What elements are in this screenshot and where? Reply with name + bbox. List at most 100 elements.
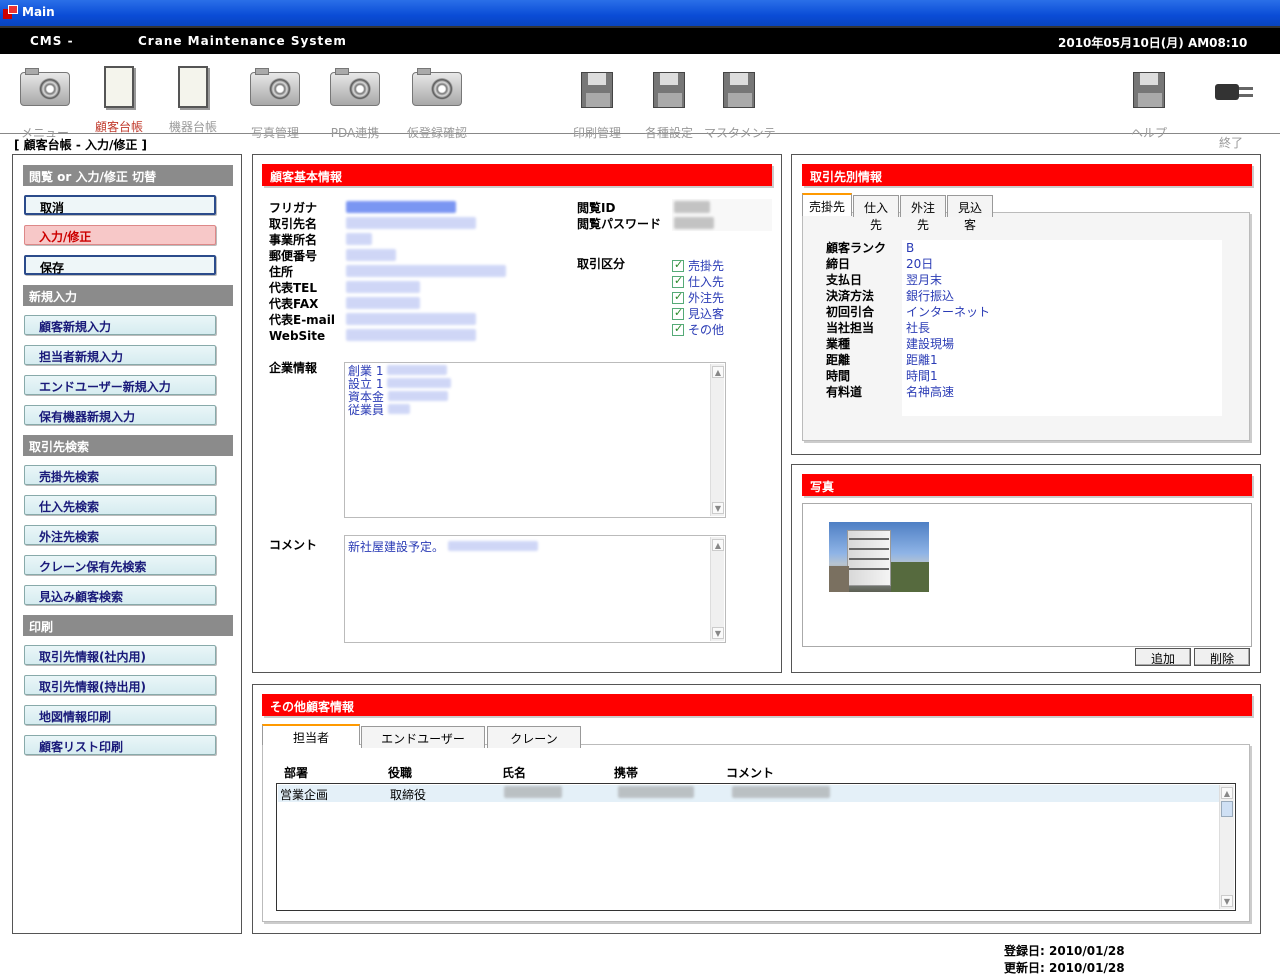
tab-crane[interactable]: クレーン [487,726,581,748]
search-crane-owner-button[interactable]: クレーン保有先検索 [24,555,216,575]
cancel-button[interactable]: 取消 [24,195,216,215]
print-internal-button[interactable]: 取引先情報(社内用) [24,645,216,665]
new-customer-button[interactable]: 顧客新規入力 [24,315,216,335]
tab-supplier[interactable]: 仕入先 [853,195,899,232]
scroll-up-icon[interactable]: ▲ [712,366,724,378]
address-label: 住所 [269,265,294,279]
table-row[interactable]: 営業企画 取締役 [278,785,1220,802]
address-value-redacted [346,265,506,277]
search-receivable-button[interactable]: 売掛先検索 [24,465,216,485]
toolbar-master-button[interactable]: マスタメンテ [704,64,776,141]
comment-scrollbar[interactable]: ▲ ▼ [710,537,724,641]
trade-class-label: 取引区分 [577,257,626,271]
toolbar-print-button[interactable]: 印刷管理 [562,64,632,141]
established-value-redacted [387,378,452,388]
photo-add-button[interactable]: 追加 [1135,648,1191,666]
tel-label: 代表TEL [269,281,318,295]
comment-label: コメント [269,538,318,552]
rank-label: 顧客ランク [826,241,887,255]
checkbox-label: 仕入先 [688,275,725,289]
scroll-up-icon[interactable]: ▲ [712,539,724,551]
search-prospect-button[interactable]: 見込み顧客検索 [24,585,216,605]
comment-textarea[interactable]: 新社屋建設予定。 ▲ ▼ [344,535,726,643]
time-value: 時間1 [906,369,938,383]
save-button[interactable]: 保存 [24,255,216,275]
print-external-button[interactable]: 取引先情報(持出用) [24,675,216,695]
scroll-thumb[interactable] [1221,801,1233,817]
scroll-down-icon[interactable]: ▼ [1221,895,1233,907]
tab-receivable[interactable]: 売掛先 [802,193,852,216]
tab-contact[interactable]: 担当者 [262,724,360,745]
toolbar-label: PDA連携 [330,126,380,140]
office-name-value-redacted [346,233,372,245]
plug-icon [1207,82,1255,102]
view-credentials-box[interactable] [672,199,772,231]
class-supplier-checkbox[interactable]: 仕入先 [672,273,724,290]
scroll-down-icon[interactable]: ▼ [712,627,724,639]
floppy-icon [581,72,613,108]
ledger-icon [104,66,134,108]
toolbar-temp-registration-button[interactable]: 仮登録確認 [402,64,472,141]
company-info-scrollbar[interactable]: ▲ ▼ [710,364,724,516]
industry-label: 業種 [826,337,851,351]
time-label: 時間 [826,369,851,383]
fax-label: 代表FAX [269,297,319,311]
toolbar-settings-button[interactable]: 各種設定 [634,64,704,141]
toolbar-equipment-ledger-button[interactable]: 機器台帳 [158,64,228,135]
search-outsource-button[interactable]: 外注先検索 [24,525,216,545]
industry-value: 建設現場 [906,337,955,351]
tab-enduser[interactable]: エンドユーザー [361,726,485,748]
toolbar-label: 写真管理 [250,126,299,140]
company-info-textarea[interactable]: 創業 1 設立 1 資本金 従業員 ▲ ▼ [344,362,726,518]
new-enduser-button[interactable]: エンドユーザー新規入力 [24,375,216,395]
col-mobile: 携帯 [614,766,639,780]
class-outsource-checkbox[interactable]: 外注先 [672,289,724,306]
tab-outsource[interactable]: 外注先 [900,195,946,232]
toolbar-customer-ledger-button[interactable]: 顧客台帳 [84,64,154,135]
section-mode-switch: 閲覧 or 入力/修正 切替 [23,165,233,186]
toll-road-value: 名神高速 [906,385,955,399]
our-rep-value: 社長 [906,321,931,335]
scroll-up-icon[interactable]: ▲ [1221,787,1233,799]
checkbox-checked-icon [672,322,684,336]
scroll-down-icon[interactable]: ▼ [712,502,724,514]
checkbox-checked-icon [672,306,684,320]
toolbar-help-button[interactable]: ヘルプ [1114,64,1184,141]
toolbar-photo-button[interactable]: 写真管理 [240,64,310,141]
photo-header: 写真 [802,474,1252,496]
toolbar-menu-button[interactable]: メニュー [10,64,80,141]
basic-values-box[interactable] [344,199,562,351]
breadcrumb: [ 顧客台帳 - 入力/修正 ] [14,138,148,152]
contact-list-scrollbar[interactable]: ▲ ▼ [1219,785,1234,909]
edit-mode-button[interactable]: 入力/修正 [24,225,216,245]
postal-code-label: 郵便番号 [269,249,318,263]
col-role: 役職 [388,766,413,780]
search-supplier-button[interactable]: 仕入先検索 [24,495,216,515]
main-toolbar: メニュー 顧客台帳 機器台帳 写真管理 PDA連携 仮登録確認 印刷管理 各種設… [0,54,1280,150]
app-short-name: CMS - [30,34,74,48]
company-name-value-redacted [346,217,476,229]
furigana-value-redacted [346,201,456,213]
fax-value-redacted [346,297,420,309]
print-customer-list-button[interactable]: 顧客リスト印刷 [24,735,216,755]
tab-prospect[interactable]: 見込客 [947,195,993,232]
photo-delete-button[interactable]: 削除 [1194,648,1250,666]
floppy-icon [1133,72,1165,108]
new-contact-button[interactable]: 担当者新規入力 [24,345,216,365]
row-role: 取締役 [390,788,427,802]
window-titlebar: Main [0,0,1280,26]
trade-keys: 顧客ランク 締日 支払日 決済方法 初回引合 当社担当 業種 距離 時間 有料道 [826,240,886,400]
building-photo-thumbnail[interactable] [829,522,929,592]
class-prospect-checkbox[interactable]: 見込客 [672,305,724,322]
class-other-checkbox[interactable]: その他 [672,321,724,338]
new-equipment-button[interactable]: 保有機器新規入力 [24,405,216,425]
class-receivable-checkbox[interactable]: 売掛先 [672,257,724,274]
toolbar-exit-button[interactable]: 終了 [1196,64,1266,151]
rank-value: B [906,241,915,255]
view-credentials-labels: 閲覧ID 閲覧パスワード [577,200,661,232]
toolbar-pda-button[interactable]: PDA連携 [320,64,390,141]
contact-list[interactable]: 営業企画 取締役 ▲ ▼ [276,783,1236,911]
closing-day-label: 締日 [826,257,851,271]
print-map-button[interactable]: 地図情報印刷 [24,705,216,725]
row-comment-redacted [732,786,830,798]
